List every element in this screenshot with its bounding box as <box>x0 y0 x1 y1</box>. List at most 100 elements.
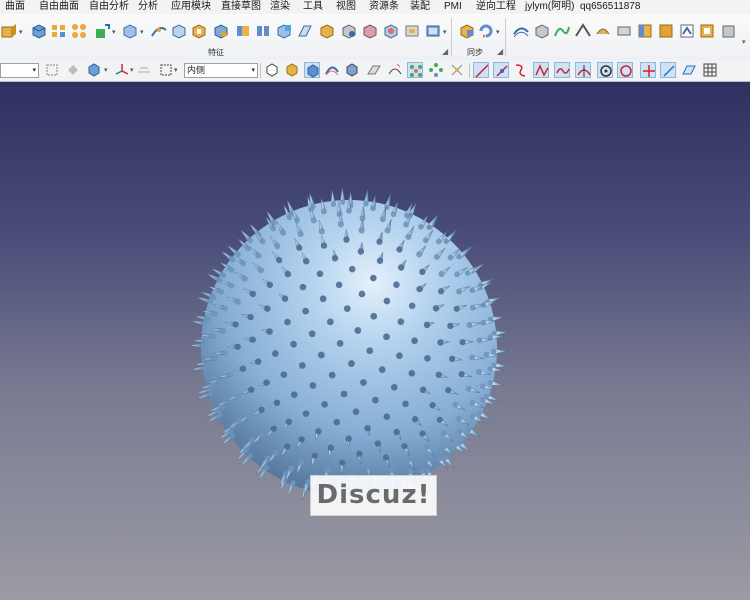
block-icon[interactable] <box>121 22 139 40</box>
shaded-edges-icon[interactable] <box>264 62 280 78</box>
patch-icon[interactable] <box>424 22 442 40</box>
menu-item-direct-sketch[interactable]: 直接草图 <box>221 1 261 13</box>
sheet-more-icon[interactable] <box>719 22 737 40</box>
plane-icon[interactable] <box>681 62 697 78</box>
reflection-icon[interactable] <box>366 62 382 78</box>
csys-icon[interactable] <box>114 62 130 78</box>
sheet-edit-icon[interactable] <box>698 22 716 40</box>
spike <box>196 387 210 394</box>
ruled-icon[interactable] <box>574 22 592 40</box>
menu-item-pmi[interactable]: PMI <box>444 1 462 13</box>
crosshair-icon[interactable] <box>640 62 656 78</box>
trim-body-icon[interactable] <box>234 22 252 40</box>
face-analysis-icon[interactable] <box>324 62 340 78</box>
group-launcher-icon[interactable]: ◢ <box>442 47 448 56</box>
pattern-icon[interactable] <box>50 22 68 40</box>
type-filter-dropdown[interactable]: ▾ <box>0 63 39 78</box>
menu-item-freeform-analysis[interactable]: 自由分析 <box>89 1 129 13</box>
menu-item-analysis[interactable]: 分析 <box>138 1 158 13</box>
chevron-down-icon[interactable]: ▾ <box>130 66 134 74</box>
curve-normal-icon[interactable] <box>575 62 591 78</box>
thicken-icon[interactable] <box>296 22 314 40</box>
move-face-icon[interactable] <box>458 22 476 40</box>
unite-icon[interactable] <box>340 22 358 40</box>
menu-item-qq[interactable]: qq656511878 <box>580 1 640 13</box>
spline-icon[interactable] <box>533 62 549 78</box>
snap-grid-icon[interactable] <box>136 62 152 78</box>
trim-sheet-icon[interactable] <box>657 22 675 40</box>
menu-item-surface[interactable]: 曲面 <box>5 1 25 13</box>
extrude-icon[interactable] <box>0 22 18 40</box>
chevron-down-icon[interactable]: ▾ <box>112 28 116 36</box>
spike-tip <box>255 358 262 365</box>
circle-point-icon[interactable] <box>597 62 613 78</box>
diagonal-line-icon[interactable] <box>660 62 676 78</box>
sync-rotate-icon[interactable] <box>477 22 495 40</box>
side-dropdown[interactable]: 内侧 ▾ <box>184 63 258 78</box>
wave-curve-icon[interactable] <box>554 62 570 78</box>
menu-item-render[interactable]: 渲染 <box>270 1 290 13</box>
spike-tip <box>456 253 462 260</box>
menu-item-view[interactable]: 视图 <box>336 1 356 13</box>
menu-item-user[interactable]: jylym(阿明) <box>525 1 574 13</box>
control-point-icon[interactable] <box>428 62 444 78</box>
menu-item-application[interactable]: 应用模块 <box>171 1 211 13</box>
menu-item-reverse-engineering[interactable]: 逆向工程 <box>476 1 516 13</box>
group-launcher-icon[interactable]: ◢ <box>497 47 503 56</box>
swept-icon[interactable] <box>594 22 612 40</box>
spike-tip <box>310 217 317 224</box>
chevron-down-icon[interactable]: ▾ <box>19 28 23 36</box>
chevron-down-icon[interactable]: ▾ <box>140 28 144 36</box>
offset-face-icon[interactable] <box>275 22 293 40</box>
curve-icon[interactable] <box>513 62 529 78</box>
studio-surface-icon[interactable] <box>553 22 571 40</box>
spike-tip <box>320 242 328 249</box>
menu-item-tools[interactable]: 工具 <box>303 1 323 13</box>
split-body-icon[interactable] <box>254 22 272 40</box>
shaded-icon[interactable] <box>284 62 300 78</box>
spike-tip <box>406 468 413 475</box>
curvature-icon[interactable] <box>387 62 403 78</box>
zebra-icon[interactable] <box>344 62 360 78</box>
curve-net-icon[interactable] <box>512 22 530 40</box>
spike-tip <box>469 287 476 294</box>
spike-tip <box>245 245 251 252</box>
shell-icon[interactable] <box>190 22 208 40</box>
chevron-down-icon[interactable]: ▾ <box>104 66 108 74</box>
menu-item-resource-bar[interactable]: 资源条 <box>369 1 399 13</box>
sew-icon[interactable] <box>318 22 336 40</box>
replace-face-icon[interactable] <box>403 22 421 40</box>
datum-icon[interactable] <box>93 22 111 40</box>
emboss-icon[interactable] <box>382 22 400 40</box>
bounded-plane-icon[interactable] <box>615 22 633 40</box>
menu-item-freeform-surface[interactable]: 自由曲面 <box>39 1 79 13</box>
draft-icon[interactable] <box>212 22 230 40</box>
selection-box-icon[interactable] <box>158 62 174 78</box>
graphics-viewport[interactable] <box>0 82 750 600</box>
workplane-icon[interactable] <box>86 62 102 78</box>
mesh-icon[interactable] <box>702 62 718 78</box>
through-curves-icon[interactable] <box>533 22 551 40</box>
chevron-down-icon[interactable]: ▾ <box>174 66 178 74</box>
extend-sheet-icon[interactable] <box>678 22 696 40</box>
circle-icon[interactable] <box>617 62 633 78</box>
snap-point-icon[interactable] <box>407 62 423 78</box>
spike-tip <box>210 333 217 340</box>
spiky-sphere-model[interactable] <box>0 82 750 600</box>
menu-item-assembly[interactable]: 装配 <box>410 1 430 13</box>
subtract-icon[interactable] <box>361 22 379 40</box>
tangent-line-icon[interactable] <box>493 62 509 78</box>
chamfer-icon[interactable] <box>170 22 188 40</box>
line-icon[interactable] <box>473 62 489 78</box>
array-icon[interactable] <box>70 22 88 40</box>
view-cube-icon[interactable] <box>304 62 320 78</box>
chevron-down-icon[interactable]: ▾ <box>496 28 500 36</box>
edge-blend-icon[interactable] <box>150 22 168 40</box>
chevron-down-icon[interactable]: ▾ <box>443 28 447 36</box>
select-all-icon[interactable] <box>44 62 60 78</box>
snap-icon[interactable] <box>65 62 81 78</box>
offset-surface-icon[interactable] <box>636 22 654 40</box>
chevron-down-icon[interactable]: ▾ <box>742 38 746 46</box>
cube-blue-icon[interactable] <box>30 22 48 40</box>
intersection-point-icon[interactable] <box>449 62 465 78</box>
